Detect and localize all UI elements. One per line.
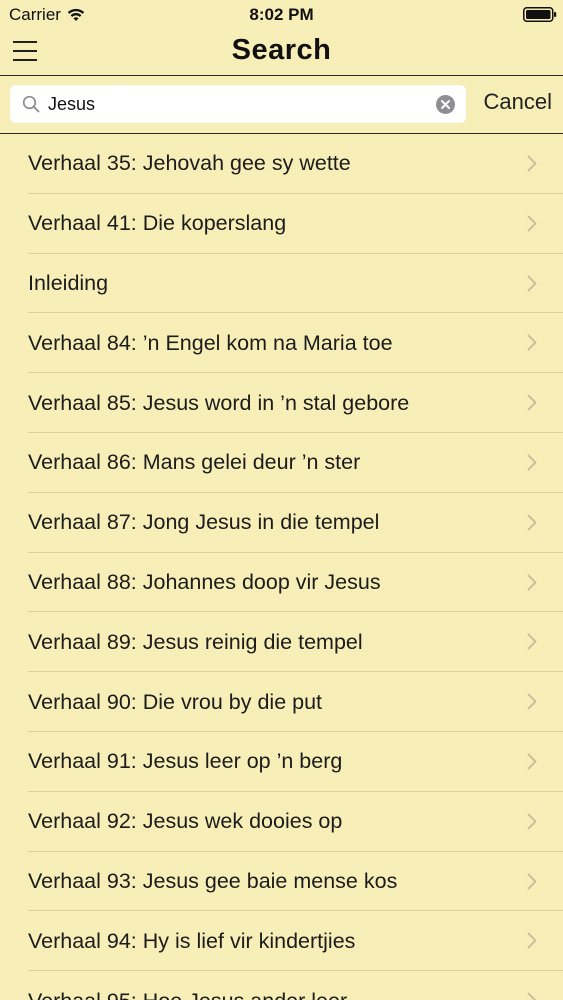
list-item-label: Verhaal 88: Johannes doop vir Jesus xyxy=(28,569,381,594)
battery-icon xyxy=(523,7,557,22)
list-item[interactable]: Verhaal 93: Jesus gee baie mense kos xyxy=(0,852,563,912)
list-item[interactable]: Verhaal 41: Die koperslang xyxy=(0,194,563,254)
chevron-right-icon xyxy=(527,574,537,591)
chevron-right-icon xyxy=(527,873,537,890)
list-item[interactable]: Verhaal 90: Die vrou by die put xyxy=(0,672,563,732)
chevron-right-icon xyxy=(527,394,537,411)
chevron-right-icon xyxy=(527,633,537,650)
chevron-right-icon xyxy=(527,693,537,710)
page-title: Search xyxy=(231,34,332,66)
list-item-label: Verhaal 86: Mans gelei deur ’n ster xyxy=(28,450,361,475)
search-input[interactable] xyxy=(48,85,428,123)
list-item[interactable]: Verhaal 92: Jesus wek dooies op xyxy=(0,792,563,852)
list-item-label: Verhaal 92: Jesus wek dooies op xyxy=(28,809,343,834)
status-time: 8:02 PM xyxy=(249,5,314,24)
list-item-label: Verhaal 41: Die koperslang xyxy=(28,211,287,236)
chevron-right-icon xyxy=(527,932,537,949)
list-item-label: Verhaal 87: Jong Jesus in die tempel xyxy=(28,510,380,535)
list-item[interactable]: Verhaal 87: Jong Jesus in die tempel xyxy=(0,493,563,553)
list-item[interactable]: Verhaal 95: Hoe Jesus ander leer xyxy=(0,971,563,1000)
list-item[interactable]: Inleiding xyxy=(0,254,563,314)
chevron-right-icon xyxy=(527,275,537,292)
search-icon xyxy=(22,95,40,113)
chevron-right-icon xyxy=(527,813,537,830)
navigation-bar: Search xyxy=(0,30,563,76)
list-item-label: Verhaal 90: Die vrou by die put xyxy=(28,689,323,714)
chevron-right-icon xyxy=(527,992,537,1000)
search-field[interactable] xyxy=(10,85,466,123)
list-item-label: Verhaal 95: Hoe Jesus ander leer xyxy=(28,989,347,1000)
list-item[interactable]: Verhaal 94: Hy is lief vir kindertjies xyxy=(0,911,563,971)
list-item[interactable]: Verhaal 86: Mans gelei deur ’n ster xyxy=(0,433,563,493)
list-item-label: Inleiding xyxy=(28,270,109,295)
list-item-label: Verhaal 91: Jesus leer op ’n berg xyxy=(28,749,343,774)
list-item[interactable]: Verhaal 85: Jesus word in ’n stal gebore xyxy=(0,373,563,433)
list-item[interactable]: Verhaal 84: ’n Engel kom na Maria toe xyxy=(0,313,563,373)
list-item[interactable]: Verhaal 91: Jesus leer op ’n berg xyxy=(0,732,563,792)
list-item-label: Verhaal 35: Jehovah gee sy wette xyxy=(28,151,351,176)
chevron-right-icon xyxy=(527,215,537,232)
list-item-label: Verhaal 89: Jesus reinig die tempel xyxy=(28,629,363,654)
search-results-list: Verhaal 35: Jehovah gee sy wette Verhaal … xyxy=(0,134,563,1000)
list-item-label: Verhaal 94: Hy is lief vir kindertjies xyxy=(28,928,356,953)
list-item[interactable]: Verhaal 89: Jesus reinig die tempel xyxy=(0,612,563,672)
list-item-label: Verhaal 84: ’n Engel kom na Maria toe xyxy=(28,330,393,355)
list-item-label: Verhaal 85: Jesus word in ’n stal gebore xyxy=(28,390,410,415)
clear-search-icon[interactable] xyxy=(436,95,455,114)
chevron-right-icon xyxy=(527,514,537,531)
cancel-button[interactable]: Cancel xyxy=(484,89,552,115)
list-item-label: Verhaal 93: Jesus gee baie mense kos xyxy=(28,868,398,893)
chevron-right-icon xyxy=(527,155,537,172)
search-bar: Cancel xyxy=(0,76,563,134)
list-item[interactable]: Verhaal 35: Jehovah gee sy wette xyxy=(0,134,563,194)
list-item[interactable]: Verhaal 88: Johannes doop vir Jesus xyxy=(0,553,563,613)
chevron-right-icon xyxy=(527,753,537,770)
status-bar: Carrier 8:02 PM xyxy=(0,0,563,30)
chevron-right-icon xyxy=(527,334,537,351)
chevron-right-icon xyxy=(527,454,537,471)
